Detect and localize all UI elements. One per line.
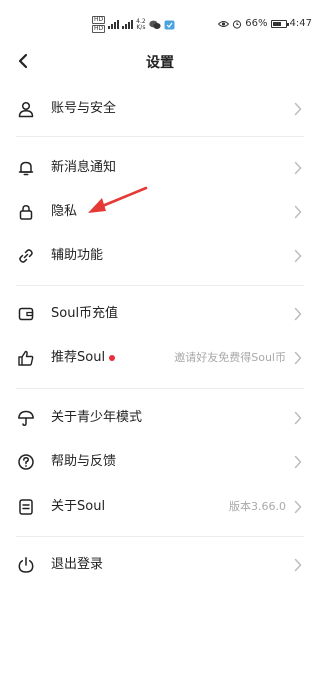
chevron-right-icon [294, 102, 302, 116]
section-divider [16, 285, 304, 286]
person-icon [18, 101, 34, 118]
chevron-right-icon [294, 249, 302, 263]
battery-percent: 66% [245, 18, 268, 29]
settings-row-account[interactable]: 账号与安全 [0, 87, 320, 131]
chevron-right-icon [294, 411, 302, 425]
accessibility-label: 辅助功能 [51, 248, 104, 263]
chevron-right-icon [294, 558, 302, 572]
new-badge-dot [109, 355, 116, 361]
section-divider [16, 388, 304, 389]
signal-strength-icon [108, 20, 120, 29]
settings-row-logout[interactable]: 退出登录 [0, 543, 320, 587]
status-bar: HD HD 4.2 K/s 66% 4:47 [0, 0, 320, 40]
network-speed: 4.2 K/s [136, 18, 146, 31]
chevron-right-icon [294, 205, 302, 219]
question-circle-icon [18, 454, 34, 470]
sim1-hd-badge: HD [92, 16, 106, 24]
notification-app-icon [164, 20, 175, 29]
status-bar-right: 66% 4:47 [218, 18, 312, 29]
status-bar-left: HD HD 4.2 K/s [92, 16, 175, 33]
help-label: 帮助与反馈 [51, 454, 117, 469]
teen-mode-label: 关于青少年模式 [51, 410, 143, 425]
section-divider [16, 136, 304, 137]
chevron-right-icon [294, 161, 302, 175]
alarm-icon [233, 19, 242, 29]
settings-row-about[interactable]: 关于Soul 版本3.66.0 [0, 485, 320, 529]
nav-bar: 设置 [0, 40, 320, 82]
document-icon [19, 499, 33, 515]
notifications-label: 新消息通知 [51, 160, 117, 175]
chevron-right-icon [294, 351, 302, 365]
link-icon [19, 249, 33, 263]
signal-strength-2-icon [122, 20, 134, 29]
chevron-right-icon [294, 500, 302, 514]
power-icon [18, 557, 34, 573]
network-speed-unit: K/s [136, 23, 146, 31]
recommend-hint: 邀请好友免费得Soul币 [174, 351, 286, 364]
wechat-icon [148, 20, 161, 29]
recharge-label: Soul币充值 [51, 306, 119, 321]
settings-row-accessibility[interactable]: 辅助功能 [0, 234, 320, 278]
logout-label: 退出登录 [51, 557, 104, 572]
battery-fill [272, 21, 281, 26]
recommend-label: 推荐Soul [51, 349, 116, 367]
section-divider [16, 536, 304, 537]
thumbs-up-icon [18, 350, 34, 366]
recommend-label-text: 推荐Soul [51, 350, 106, 365]
settings-row-privacy[interactable]: 隐私 [0, 190, 320, 234]
eye-comfort-icon [218, 20, 230, 27]
umbrella-icon [18, 410, 34, 427]
clock-time: 4:47 [289, 18, 312, 29]
chevron-right-icon [294, 455, 302, 469]
settings-row-recharge[interactable]: Soul币充值 [0, 292, 320, 336]
about-label: 关于Soul [51, 499, 106, 514]
wallet-icon [18, 307, 34, 321]
account-security-label: 账号与安全 [51, 101, 117, 116]
app-version: 版本3.66.0 [229, 500, 286, 513]
settings-row-recommend[interactable]: 推荐Soul 邀请好友免费得Soul币 [0, 336, 320, 380]
chevron-right-icon [294, 307, 302, 321]
page-title: 设置 [146, 55, 174, 71]
annotation-arrow [88, 186, 148, 213]
privacy-label: 隐私 [51, 204, 78, 219]
battery-icon [270, 19, 289, 28]
settings-row-help[interactable]: 帮助与反馈 [0, 440, 320, 484]
settings-row-notifications[interactable]: 新消息通知 [0, 146, 320, 190]
sim-indicators: HD HD [92, 16, 106, 33]
bell-icon [18, 161, 34, 176]
lock-icon [19, 205, 33, 220]
settings-row-teen-mode[interactable]: 关于青少年模式 [0, 396, 320, 440]
sim2-hd-badge: HD [92, 25, 106, 33]
